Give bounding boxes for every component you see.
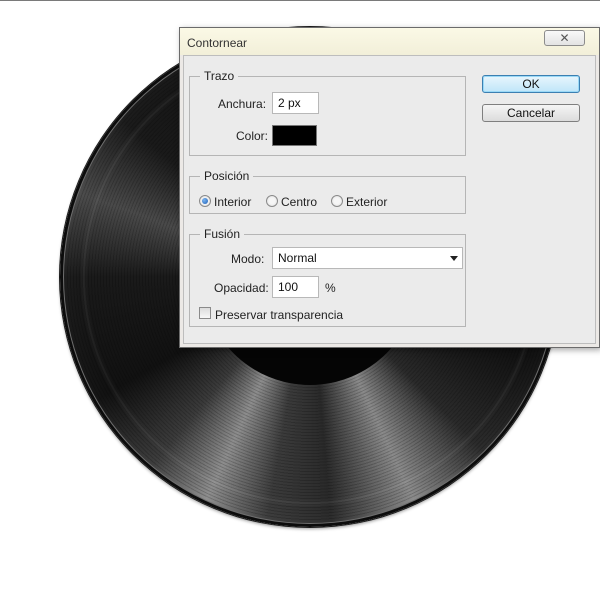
preserve-transparency-label[interactable]: Preservar transparencia (215, 308, 343, 322)
preserve-transparency-checkbox[interactable] (199, 307, 211, 319)
opacity-label: Opacidad: (214, 281, 269, 295)
dropdown-arrow-icon (450, 256, 458, 261)
mode-select[interactable]: Normal (272, 247, 463, 269)
group-trazo: Trazo Anchura: 2 px Color: (189, 69, 466, 156)
close-icon: ✕ (559, 31, 570, 45)
dialog-body: Trazo Anchura: 2 px Color: Posición Inte… (183, 55, 596, 344)
color-swatch[interactable] (272, 125, 317, 146)
radio-interior[interactable] (199, 195, 211, 207)
radio-exterior-label[interactable]: Exterior (346, 195, 387, 209)
width-input[interactable]: 2 px (272, 92, 319, 114)
radio-interior-label[interactable]: Interior (214, 195, 251, 209)
dialog-title: Contornear (187, 36, 248, 50)
group-fusion-title: Fusión (200, 227, 245, 241)
mode-label: Modo: (231, 252, 265, 266)
mode-select-value: Normal (278, 251, 317, 265)
stroke-dialog: Contornear ✕ Trazo Anchura: 2 px Color: … (179, 27, 600, 348)
radio-centro-label[interactable]: Centro (281, 195, 317, 209)
group-posicion: Posición Interior Centro Exterior (189, 169, 466, 214)
opacity-unit: % (325, 281, 336, 295)
color-label: Color: (236, 129, 269, 143)
group-fusion: Fusión Modo: Normal Opacidad: 100 % Pres… (189, 227, 466, 327)
group-posicion-title: Posición (200, 169, 254, 183)
canvas-top-border (0, 0, 600, 1)
cancel-button[interactable]: Cancelar (482, 104, 580, 122)
close-button[interactable]: ✕ (544, 30, 585, 46)
group-trazo-title: Trazo (200, 69, 239, 83)
radio-centro[interactable] (266, 195, 278, 207)
ok-button[interactable]: OK (482, 75, 580, 93)
opacity-input[interactable]: 100 (272, 276, 319, 298)
width-label: Anchura: (218, 97, 267, 111)
radio-exterior[interactable] (331, 195, 343, 207)
dialog-titlebar[interactable]: Contornear ✕ (180, 28, 599, 55)
